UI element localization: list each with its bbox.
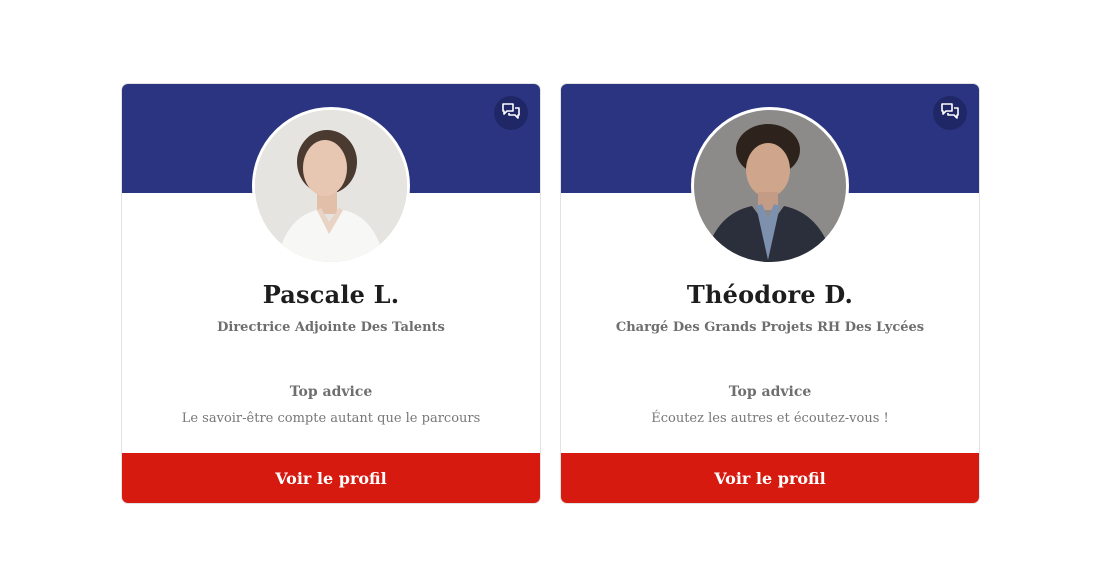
person-job-title: Chargé Des Grands Projets RH Des Lycées <box>615 320 925 335</box>
advice-text: Le savoir-être compte autant que le parc… <box>181 411 481 426</box>
portrait-photo <box>691 107 849 265</box>
person-job-title: Directrice Adjointe Des Talents <box>217 320 445 335</box>
profile-card: Pascale L. Directrice Adjointe Des Talen… <box>121 83 541 504</box>
chat-button[interactable] <box>933 96 967 130</box>
chat-bubbles-icon <box>940 101 960 125</box>
advice-label: Top advice <box>728 384 812 400</box>
view-profile-button[interactable]: Voir le profil <box>122 453 540 503</box>
portrait-photo <box>252 107 410 265</box>
profile-card: Théodore D. Chargé Des Grands Projets RH… <box>560 83 980 504</box>
chat-button[interactable] <box>494 96 528 130</box>
chat-bubbles-icon <box>501 101 521 125</box>
person-name: Théodore D. <box>686 280 854 309</box>
advice-label: Top advice <box>289 384 373 400</box>
view-profile-button[interactable]: Voir le profil <box>561 453 979 503</box>
person-name: Pascale L. <box>262 280 400 309</box>
profile-cards-section: Pascale L. Directrice Adjointe Des Talen… <box>0 0 1100 587</box>
advice-text: Écoutez les autres et écoutez-vous ! <box>651 411 889 426</box>
